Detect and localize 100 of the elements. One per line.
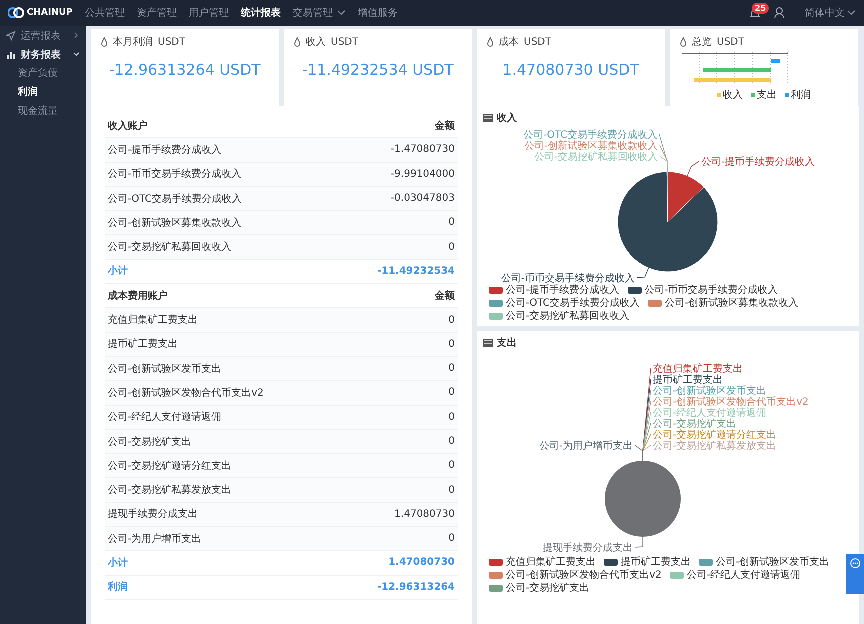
legend-label: 利润 (791, 88, 811, 102)
card-value: -12.96313264 USDT (108, 61, 262, 79)
legend-label: 公司-OTC交易手续费分成收入 (506, 296, 640, 310)
send-icon (6, 30, 16, 40)
nav-tab[interactable]: 增值服务 (358, 6, 398, 20)
nav-tab[interactable]: 统计报表 (240, 6, 281, 20)
table-cell-text: 公司-创新试验区发物合代币支出v2 (108, 386, 264, 400)
table-cell: -1.47080730 (390, 144, 455, 156)
drop-icon (294, 37, 301, 47)
sidebar-group[interactable]: 财务报表 (0, 45, 86, 64)
table-cell-text: 公司-创新试验区发币支出 (108, 362, 222, 376)
legend-label: 支出 (757, 88, 777, 102)
legend-label: 公司-创新试验区发币支出 (716, 556, 830, 569)
nav-tab[interactable]: 用户管理 (188, 6, 229, 20)
table-cell: -11.49232534 (377, 266, 455, 277)
table-cell: 0 (448, 314, 455, 326)
table-cell: 0 (448, 412, 455, 423)
slice-label: 公司-交易挖矿支出 (653, 419, 737, 430)
table-cell-text: 公司-交易挖矿私募发放支出 (108, 484, 232, 498)
table-cell-text: 提现手续费分成支出 (108, 508, 198, 522)
drop-icon (680, 37, 687, 47)
chevron-icon (73, 51, 80, 58)
column-header: 金额 (435, 289, 455, 303)
legend-label: 提币矿工费支出 (621, 556, 691, 569)
table-cell: 利润 (108, 580, 128, 594)
legend-label: 公司-交易挖矿私募回收收入 (506, 310, 630, 323)
table-cell-text: 公司-OTC交易手续费分成收入 (108, 192, 242, 206)
slice-label: 公司-创新试验区发物合代币支出v2 (653, 397, 809, 408)
table-cell: 0 (448, 338, 455, 350)
sidebar-item[interactable]: 资产负债 (0, 64, 86, 83)
card-unit: USDT (158, 36, 186, 48)
nav-tab[interactable]: 资产管理 (136, 6, 177, 20)
table-cell: -12.96313264 (377, 582, 455, 593)
legend-label: 公司-提币手续费分成收入 (506, 284, 620, 297)
chart-icon (483, 114, 493, 122)
table-cell: 0 (448, 484, 455, 496)
table-cell: -9.99104000 (390, 168, 455, 180)
chat-icon (850, 558, 860, 569)
table-cell: 0 (448, 460, 455, 472)
slice-label: 公司-币币交易手续费分成收入 (501, 273, 635, 284)
table-cell: 1.47080730 (394, 508, 455, 520)
table-cell-text: 提币矿工费支出 (108, 338, 178, 352)
table-cell: 0 (448, 436, 455, 447)
logo-text: CHAINUP (27, 8, 73, 18)
slice-label: 公司-提币手续费分成收入 (701, 156, 816, 168)
table-cell: -0.03047803 (390, 193, 455, 204)
legend-label: 公司-创新试验区募集收款收入 (664, 296, 799, 310)
card-unit: USDT (331, 36, 358, 48)
notification-badge: 25 (752, 2, 770, 14)
slice-label: 公司-为用户增币支出 (539, 441, 633, 452)
chat-support-button[interactable] (846, 554, 864, 594)
bar-chart-icon (6, 50, 16, 60)
table-cell: 0 (448, 387, 455, 398)
table-cell: 1.47080730 (388, 557, 455, 568)
table-cell-text: 公司-交易挖矿支出 (108, 436, 192, 448)
slice-label: 公司-交易挖矿私募发放支出 (653, 441, 777, 452)
language-selector[interactable]: 简体中文 (805, 6, 856, 20)
legend-label: 收入 (723, 88, 743, 102)
chart-title: 支出 (497, 336, 517, 350)
card-title: 本月利润 (113, 36, 153, 49)
legend-label: 充值归集矿工费支出 (506, 556, 596, 569)
legend-label: 公司-经纪人支付邀请返佣 (686, 568, 800, 582)
table-cell-text: 小计 (108, 556, 128, 570)
slice-label: 充值归集矿工费支出 (653, 364, 743, 375)
slice-label: 公司-创新试验区募集收款收入 (524, 141, 658, 152)
column-header: 成本费用账户 (108, 289, 168, 303)
nav-tab[interactable]: 交易管理 (292, 6, 346, 20)
card-title: 总览 (692, 36, 712, 49)
sidebar-item[interactable]: 利润 (0, 83, 86, 102)
card-value: -11.49232534 USDT (301, 61, 455, 79)
table-cell-text: 充值归集矿工费支出 (108, 314, 198, 328)
slice-label: 公司-交易挖矿私募回收收入 (534, 152, 658, 163)
slice-label: 公司-创新试验区发币支出 (653, 386, 767, 397)
table-cell-text: 公司-为用户增币支出 (108, 532, 202, 546)
table-cell-text: 公司-币币交易手续费分成收入 (108, 168, 242, 182)
legend-label: 公司-创新试验区发物合代币支出v2 (506, 568, 662, 582)
caret-icon (847, 10, 856, 16)
sidebar-item[interactable]: 现金流量 (0, 102, 86, 121)
card-unit: USDT (524, 36, 552, 48)
leader-line (636, 268, 650, 278)
drop-icon (101, 37, 108, 47)
logo-icon (8, 6, 24, 20)
column-header: 金额 (435, 119, 455, 133)
leader-line (634, 536, 644, 548)
table-cell: 0 (448, 533, 455, 544)
card-value: 1.47080730 USDT (502, 61, 640, 79)
table-cell-text: 公司-创新试验区募集收款收入 (108, 216, 242, 230)
legend-label: 公司-交易挖矿支出 (506, 582, 590, 595)
column-header: 收入账户 (108, 119, 148, 133)
card-title: 成本 (499, 36, 519, 49)
table-cell-text: 公司-交易挖矿邀请分红支出 (108, 460, 232, 473)
sidebar-group[interactable]: 运营报表 (0, 26, 86, 45)
card-title: 收入 (306, 36, 326, 49)
leader-line (687, 160, 700, 176)
slice-label: 公司-经纪人支付邀请返佣 (653, 408, 767, 419)
nav-tab[interactable]: 公共管理 (84, 6, 125, 20)
table-cell-text: 公司-提币手续费分成收入 (108, 144, 222, 157)
table-cell-text: 小计 (108, 264, 128, 278)
user-icon[interactable] (774, 7, 785, 19)
table-cell: 0 (448, 217, 455, 228)
